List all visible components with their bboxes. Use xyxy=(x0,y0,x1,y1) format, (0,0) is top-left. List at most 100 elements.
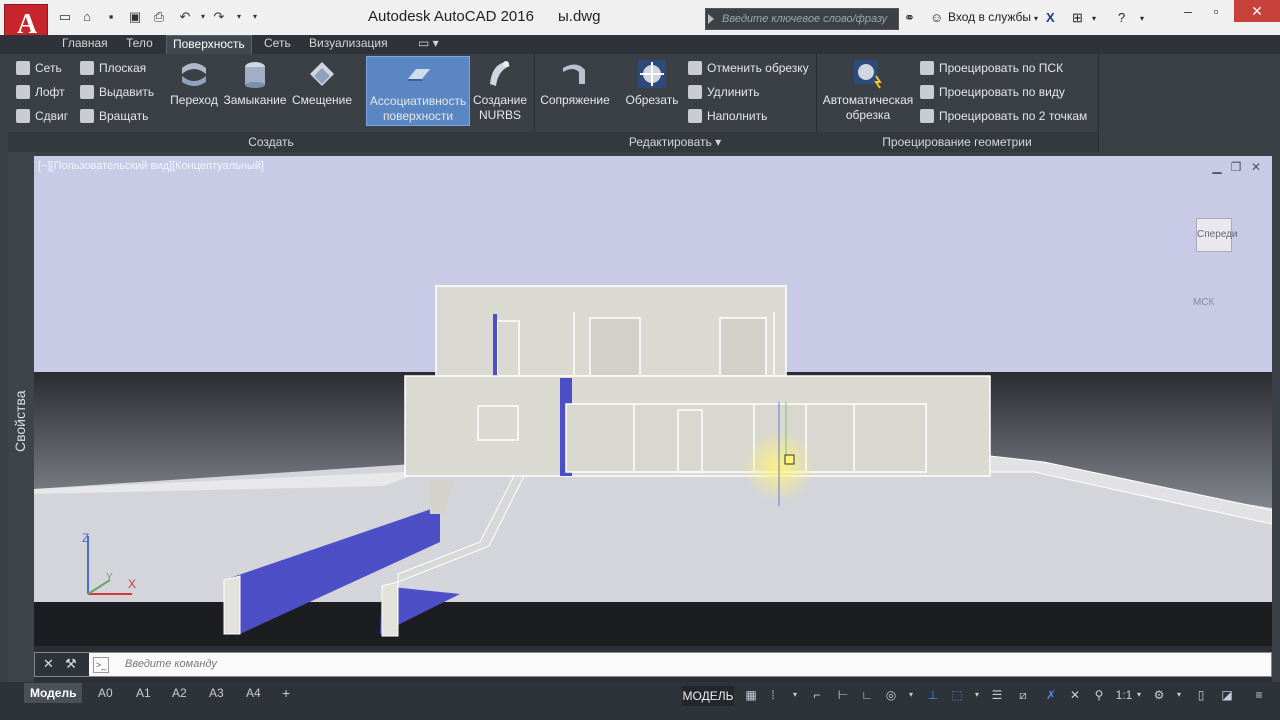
redo-dropdown-icon[interactable]: ▾ xyxy=(232,10,246,24)
isodraft-icon[interactable]: ⊥ xyxy=(926,688,940,702)
offset-button[interactable]: Смещение xyxy=(290,56,354,108)
nurbs-creation-button[interactable]: Создание NURBS xyxy=(470,56,530,123)
binoculars-icon[interactable]: ⚭ xyxy=(904,10,915,26)
blend-button[interactable]: Переход xyxy=(168,56,220,108)
auto-trim-button[interactable]: Автоматическая обрезка xyxy=(820,56,916,123)
search-placeholder: Введите ключевое слово/фразу xyxy=(722,13,888,25)
project-ucs-icon xyxy=(920,61,934,75)
command-prompt-icon[interactable]: >_ xyxy=(93,657,109,673)
file-name: ы.dwg xyxy=(558,8,601,25)
dynamic-input-icon[interactable]: ⊢ xyxy=(836,688,850,702)
apps-dropdown-icon[interactable]: ▾ xyxy=(1092,14,1096,23)
command-settings-icon[interactable]: ⚒ xyxy=(65,656,77,672)
layout-tab-a2[interactable]: А2 xyxy=(166,683,193,703)
customization-menu-icon[interactable]: ≡ xyxy=(1252,688,1266,702)
planar-surface-button[interactable]: Плоская xyxy=(80,58,146,78)
layout-tab-a0[interactable]: А0 xyxy=(92,683,119,703)
signin-dropdown-icon[interactable]: ▾ xyxy=(1034,14,1038,23)
snap-icon[interactable]: ⁞ xyxy=(766,688,780,702)
lineweight-icon[interactable]: ☰ xyxy=(990,688,1004,702)
patch-button[interactable]: Замыкание xyxy=(222,56,288,108)
help-dropdown-icon[interactable]: ▾ xyxy=(1140,14,1144,23)
untrim-button[interactable]: Отменить обрезку xyxy=(688,58,809,78)
viewcube[interactable]: Спереди xyxy=(1196,218,1238,252)
snap-dropdown-icon[interactable]: ▾ xyxy=(788,688,802,702)
help-icon[interactable]: ? xyxy=(1118,10,1125,25)
workspace-dropdown-icon[interactable]: ▾ xyxy=(1172,688,1186,702)
layout-tab-a1[interactable]: А1 xyxy=(130,683,157,703)
auto-scale-icon[interactable]: ✕ xyxy=(1068,688,1082,702)
scale-dropdown-icon[interactable]: ▾ xyxy=(1132,688,1146,702)
scene-3d-model: Z X Y xyxy=(34,156,1272,646)
viewport-close-icon[interactable]: ✕ xyxy=(1250,161,1262,173)
layout-tab-model[interactable]: Модель xyxy=(24,683,83,703)
undo-dropdown-icon[interactable]: ▾ xyxy=(196,10,210,24)
signin-button[interactable]: Вход в службы xyxy=(948,10,1031,24)
workspace-gear-icon[interactable]: ⚙ xyxy=(1152,688,1166,702)
annotation-visibility-icon[interactable]: ✗ xyxy=(1044,688,1058,702)
maximize-icon[interactable]: ▫ xyxy=(1198,0,1234,22)
save-as-icon[interactable]: ▣ xyxy=(128,10,142,24)
save-icon[interactable]: ▪ xyxy=(104,10,118,24)
isolate-objects-icon[interactable]: ▯ xyxy=(1194,688,1208,702)
panel-edit: Сопряжение Обрезать Отменить обрезку Удл… xyxy=(534,54,817,152)
close-icon[interactable]: ✕ xyxy=(1234,0,1280,22)
surface-fillet-button[interactable]: Сопряжение xyxy=(538,56,612,108)
open-file-icon[interactable]: ⌂ xyxy=(80,10,94,24)
drawing-viewport[interactable]: Z X Y xyxy=(34,156,1272,646)
project-view-button[interactable]: Проецировать по виду xyxy=(920,82,1065,102)
undo-icon[interactable]: ↶ xyxy=(178,10,192,24)
object-snap-dropdown-icon[interactable]: ▾ xyxy=(970,688,984,702)
sweep-button[interactable]: Сдвиг xyxy=(16,106,68,126)
layout-tab-a4[interactable]: А4 xyxy=(240,683,267,703)
hardware-acceleration-icon[interactable]: ◪ xyxy=(1220,688,1234,702)
add-layout-icon[interactable]: + xyxy=(276,683,296,703)
search-input[interactable]: Введите ключевое слово/фразу xyxy=(705,8,899,30)
viewport-restore-icon[interactable]: ❐ xyxy=(1230,161,1242,173)
surface-associativity-button[interactable]: Ассоциативность поверхности xyxy=(366,56,470,126)
polar-dropdown-icon[interactable]: ▾ xyxy=(904,688,918,702)
command-close-icon[interactable]: ✕ xyxy=(43,656,54,672)
layout-tab-a3[interactable]: А3 xyxy=(203,683,230,703)
loft-button[interactable]: Лофт xyxy=(16,82,65,102)
extend-button[interactable]: Удлинить xyxy=(688,82,759,102)
infer-constraints-icon[interactable]: ⌐ xyxy=(810,688,824,702)
status-bar: Модель А0 А1 А2 А3 А4 + МОДЕЛЬ ▦ ⁞ ▾ ⌐ ⊢… xyxy=(0,682,1280,720)
viewport-label[interactable]: [−][Пользовательский вид][Концептуальный… xyxy=(38,160,264,172)
extrude-button[interactable]: Выдавить xyxy=(80,82,154,102)
redo-icon[interactable]: ↷ xyxy=(212,10,226,24)
tab-home[interactable]: Главная xyxy=(56,35,114,54)
panel-project-title: Проецирование геометрии xyxy=(816,132,1098,152)
viewport-minimize-icon[interactable]: ▁ xyxy=(1211,161,1223,173)
tab-solid[interactable]: Тело xyxy=(120,35,159,54)
grid-icon[interactable]: ▦ xyxy=(744,688,758,702)
command-input[interactable]: Введите команду xyxy=(125,658,217,670)
new-file-icon[interactable]: ▭ xyxy=(58,10,72,24)
ortho-icon[interactable]: ∟ xyxy=(860,688,874,702)
user-icon[interactable]: ☺ xyxy=(930,10,943,25)
panel-edit-title[interactable]: Редактировать ▾ xyxy=(534,132,816,152)
customize-qat-icon[interactable]: ▾ xyxy=(248,10,262,24)
network-surface-button[interactable]: Сеть xyxy=(16,58,62,78)
tab-surface[interactable]: Поверхность xyxy=(166,35,252,54)
app-store-icon[interactable]: ⊞ xyxy=(1072,10,1083,26)
tab-visualize[interactable]: Визуализация xyxy=(303,35,394,54)
expand-arrow-icon[interactable] xyxy=(708,14,714,24)
sculpt-button[interactable]: Наполнить xyxy=(688,106,767,126)
project-two-points-button[interactable]: Проецировать по 2 точкам xyxy=(920,106,1087,126)
print-icon[interactable]: ⎙ xyxy=(152,10,166,24)
exchange-icon[interactable]: X xyxy=(1046,10,1055,25)
object-snap-icon[interactable]: ⬚ xyxy=(950,688,964,702)
tab-mesh[interactable]: Сеть xyxy=(258,35,297,54)
trim-button[interactable]: Обрезать xyxy=(620,56,684,108)
ucs-menu[interactable]: МСК xyxy=(1193,297,1214,308)
annotation-scale-icon[interactable]: ⚲ xyxy=(1092,688,1106,702)
command-line[interactable]: ✕ ⚒ >_ Введите команду xyxy=(34,652,1272,677)
project-ucs-button[interactable]: Проецировать по ПСК xyxy=(920,58,1063,78)
transparency-icon[interactable]: ⧄ xyxy=(1016,688,1030,702)
properties-palette-bar[interactable]: Свойства xyxy=(8,152,34,682)
polar-icon[interactable]: ◎ xyxy=(884,688,898,702)
ribbon-options-icon[interactable]: ▭ ▾ xyxy=(412,35,445,54)
revolve-button[interactable]: Вращать xyxy=(80,106,148,126)
model-space-button[interactable]: МОДЕЛЬ xyxy=(682,686,734,706)
